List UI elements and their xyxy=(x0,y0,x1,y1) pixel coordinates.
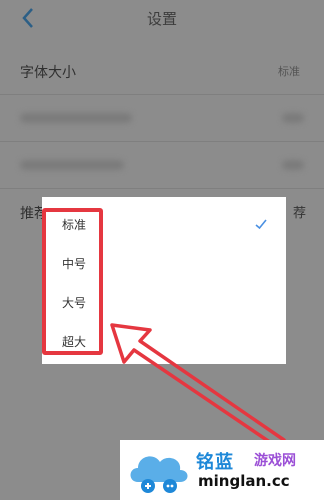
watermark-brand-2: 游戏网 xyxy=(254,453,296,469)
watermark-domain: minglan.cc xyxy=(198,472,290,490)
cloud-gamepad-icon xyxy=(130,456,188,493)
annotation-arrow xyxy=(110,323,286,451)
watermark-brand: 铭蓝 xyxy=(196,452,234,473)
watermark: 铭蓝 游戏网 minglan.cc xyxy=(120,440,324,500)
